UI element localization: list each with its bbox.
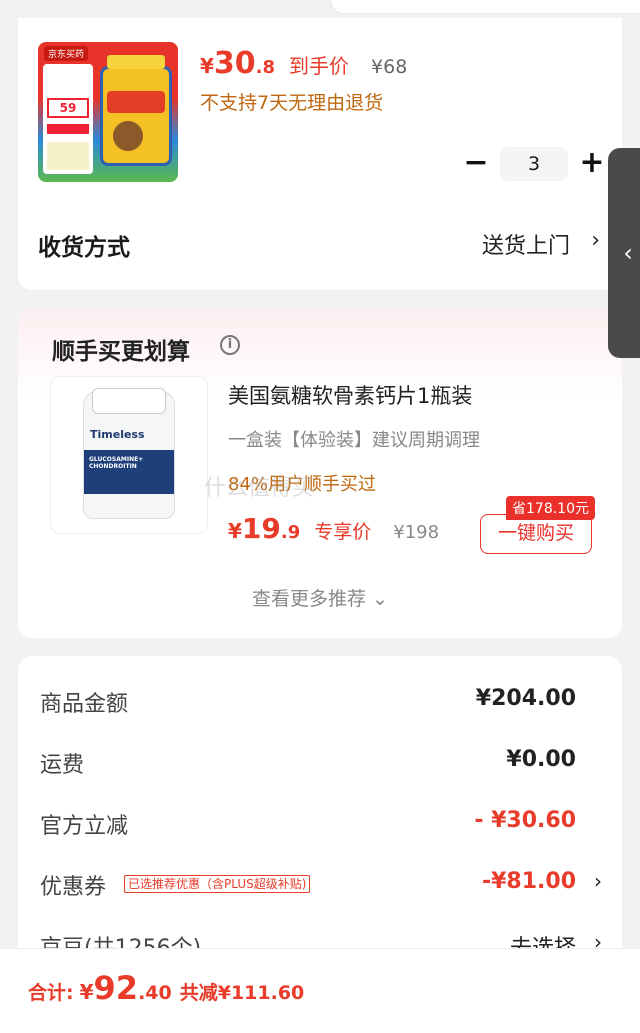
- addon-product-name[interactable]: 美国氨糖软骨素钙片1瓶装: [228, 380, 472, 410]
- increase-button[interactable]: +: [574, 146, 610, 182]
- image-promo-panel: 59: [43, 64, 93, 174]
- one-click-buy-button[interactable]: 一键购买: [480, 514, 592, 554]
- order-total: 合计: ¥ 92 .40 共减¥111.60: [28, 969, 305, 1007]
- product-image[interactable]: 京东买药 59: [38, 42, 178, 182]
- quantity-input[interactable]: 3: [500, 147, 568, 181]
- watermark: 什么值得买: [204, 476, 315, 501]
- total-decimal: .40: [138, 982, 172, 1004]
- checkout-bar: 合计: ¥ 92 .40 共减¥111.60: [0, 948, 640, 1033]
- delivery-method-value[interactable]: 送货上门: [482, 228, 570, 260]
- delivery-method-label: 收货方式: [38, 235, 130, 261]
- product-card: 京东买药 59 ¥ 30 .8 到手价 ¥68 不支持7天无理由退货 − 3 +…: [18, 18, 622, 290]
- total-saved: 共减¥111.60: [179, 982, 305, 1004]
- more-recommendations-link[interactable]: 查看更多推荐 ⌄: [18, 584, 622, 611]
- vitamin-jar: [100, 55, 172, 166]
- coupon-tag: 已选推荐优惠（含PLUS超级补贴): [124, 875, 311, 893]
- return-notice: 不支持7天无理由退货: [200, 92, 384, 114]
- supplement-bottle: Timeless GLUCOSAMINE+ CHONDROITIN: [83, 388, 175, 519]
- chevron-left-icon[interactable]: ‹: [608, 148, 640, 358]
- summary-row-shipping: 运费 ¥0.00: [40, 747, 576, 778]
- price-label: 到手价: [289, 54, 350, 78]
- addon-section-title: 顺手买更划算: [52, 339, 190, 365]
- addon-product-subtitle: 一盒装【体验装】建议周期调理: [228, 430, 480, 451]
- decrease-button[interactable]: −: [458, 146, 494, 182]
- bottle-brand: Timeless: [90, 428, 145, 441]
- price-decimal: .8: [255, 57, 276, 78]
- summary-row-official-discount: 官方立减 - ¥30.60: [40, 808, 576, 839]
- product-price: ¥ 30 .8 到手价 ¥68: [200, 46, 408, 81]
- addon-product-image[interactable]: Timeless GLUCOSAMINE+ CHONDROITIN: [50, 376, 208, 534]
- save-badge: 省178.10元: [506, 496, 595, 520]
- addon-price: ¥ 19 .9 专享价 ¥198: [228, 512, 440, 545]
- image-store-label: 京东买药: [44, 46, 89, 61]
- image-promo-price: 59: [47, 98, 89, 118]
- top-band: [330, 0, 640, 14]
- bottle-band-text: GLUCOSAMINE+ CHONDROITIN: [89, 456, 144, 470]
- quantity-stepper: − 3 +: [458, 146, 610, 182]
- original-price: ¥68: [371, 56, 408, 78]
- addon-recommendation-card: 顺手买更划算 i Timeless GLUCOSAMINE+ CHONDROIT…: [18, 308, 622, 638]
- total-integer: 92: [93, 969, 139, 1007]
- order-summary-card: 商品金额 ¥204.00 运费 ¥0.00 官方立减 - ¥30.60 优惠券 …: [18, 656, 622, 986]
- info-icon[interactable]: i: [220, 335, 240, 355]
- chevron-right-icon[interactable]: ›: [594, 869, 602, 893]
- summary-row-goods-amount: 商品金额 ¥204.00: [40, 686, 576, 717]
- summary-row-coupon[interactable]: 优惠券 已选推荐优惠（含PLUS超级补贴) -¥81.00 ›: [40, 869, 602, 900]
- chevron-right-icon[interactable]: ›: [591, 228, 600, 253]
- price-integer: 30: [213, 46, 256, 81]
